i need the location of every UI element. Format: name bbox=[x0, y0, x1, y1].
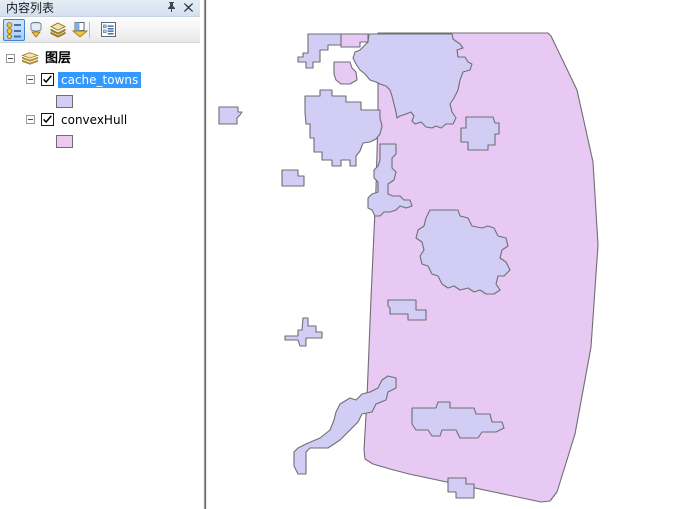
tree-node-convexhull-label[interactable]: convexHull bbox=[58, 112, 130, 128]
drawing-order-icon bbox=[6, 22, 21, 39]
tree-node-cache-towns-label[interactable]: cache_towns bbox=[58, 72, 142, 88]
close-icon-glyph bbox=[183, 3, 193, 12]
pin-icon-glyph bbox=[167, 2, 175, 12]
legend-swatch-convexhull[interactable] bbox=[56, 135, 73, 148]
town-north-pink-inset bbox=[340, 33, 369, 48]
toc-layer-tree: 图层 cache_towns convexHull bbox=[0, 44, 200, 509]
toc-toolbar bbox=[0, 17, 200, 43]
database-icon bbox=[30, 21, 42, 38]
visibility-checkbox-cache-towns[interactable] bbox=[41, 73, 54, 86]
list-by-selection-button[interactable] bbox=[69, 19, 91, 41]
expander-root[interactable] bbox=[6, 54, 15, 63]
panel-title: 内容列表 bbox=[6, 1, 55, 15]
checkmark-icon bbox=[43, 75, 52, 84]
toc-titlebar: 内容列表 bbox=[0, 0, 200, 17]
town-pink-notch bbox=[333, 61, 358, 85]
table-of-contents-panel: 内容列表 图层 cache_towns convexHull bbox=[0, 0, 200, 509]
selection-icon bbox=[71, 22, 89, 38]
map-canvas[interactable] bbox=[210, 0, 686, 509]
expander-cache-towns[interactable] bbox=[26, 75, 35, 84]
visibility-checkbox-convexhull[interactable] bbox=[41, 113, 54, 126]
list-by-drawing-order-button[interactable] bbox=[3, 19, 25, 41]
map-graphics bbox=[218, 32, 599, 503]
pin-icon[interactable] bbox=[164, 1, 178, 15]
list-by-visibility-button[interactable] bbox=[47, 19, 69, 41]
panel-splitter[interactable] bbox=[200, 0, 210, 509]
splitter-line bbox=[206, 0, 207, 509]
expander-convexhull[interactable] bbox=[26, 115, 35, 124]
checkmark-icon bbox=[43, 115, 52, 124]
town-left-small bbox=[281, 169, 305, 187]
list-by-source-button[interactable] bbox=[25, 19, 47, 41]
toolbar-separator bbox=[89, 22, 90, 38]
close-icon[interactable] bbox=[181, 1, 195, 15]
town-left-lower-small bbox=[284, 317, 323, 347]
tree-node-root-label: 图层 bbox=[45, 51, 72, 66]
toc-options-button[interactable] bbox=[97, 19, 119, 41]
legend-swatch-cache-towns[interactable] bbox=[56, 95, 73, 108]
town-mid-left bbox=[304, 89, 383, 167]
layers-stack-icon bbox=[21, 52, 39, 69]
layers-visibility-icon bbox=[50, 22, 66, 38]
town-northwest-detached bbox=[218, 106, 243, 125]
options-list-icon bbox=[100, 22, 116, 37]
